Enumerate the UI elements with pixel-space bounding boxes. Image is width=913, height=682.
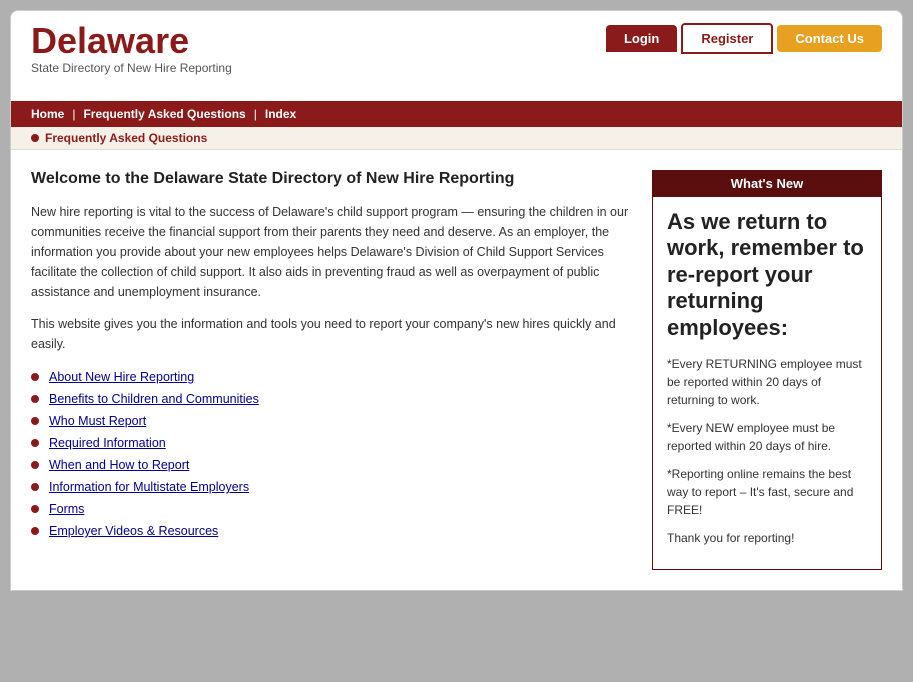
nav-faq[interactable]: Frequently Asked Questions [83,107,245,121]
faq-link[interactable]: Frequently Asked Questions [45,131,207,145]
whats-new-para: *Every NEW employee must be reported wit… [667,419,867,455]
main-content: Welcome to the Delaware State Directory … [11,150,902,590]
nav-home[interactable]: Home [31,107,64,121]
list-bullet-icon [31,395,39,403]
list-link[interactable]: Who Must Report [49,414,146,428]
list-item: About New Hire Reporting [31,370,632,384]
faq-bullet-icon [31,134,39,142]
list-item: Information for Multistate Employers [31,480,632,494]
list-bullet-icon [31,439,39,447]
whats-new-body: As we return to work, remember to re-rep… [652,197,882,570]
logo-subtitle: State Directory of New Hire Reporting [31,61,232,75]
list-link[interactable]: About New Hire Reporting [49,370,194,384]
whats-new-headline: As we return to work, remember to re-rep… [667,209,867,341]
tools-text: This website gives you the information a… [31,314,632,354]
link-list: About New Hire Reporting Benefits to Chil… [31,370,632,538]
login-button[interactable]: Login [606,25,677,52]
list-item: When and How to Report [31,458,632,472]
list-bullet-icon [31,527,39,535]
logo: Delaware State Directory of New Hire Rep… [31,23,232,75]
header: Delaware State Directory of New Hire Rep… [11,11,902,101]
list-link[interactable]: Employer Videos & Resources [49,524,218,538]
whats-new-para: Thank you for reporting! [667,529,867,547]
intro-text: New hire reporting is vital to the succe… [31,202,632,302]
list-link[interactable]: Forms [49,502,84,516]
whats-new-para: *Reporting online remains the best way t… [667,465,867,519]
list-link[interactable]: Required Information [49,436,166,450]
register-button[interactable]: Register [681,23,773,54]
nav-sep-2: | [254,107,257,121]
whats-new-paragraphs: *Every RETURNING employee must be report… [667,355,867,547]
navbar: Home | Frequently Asked Questions | Inde… [11,101,902,127]
nav-index[interactable]: Index [265,107,296,121]
right-sidebar: What's New As we return to work, remembe… [652,170,882,570]
list-item: Benefits to Children and Communities [31,392,632,406]
list-item: Who Must Report [31,414,632,428]
list-item: Required Information [31,436,632,450]
list-bullet-icon [31,461,39,469]
whats-new-para: *Every RETURNING employee must be report… [667,355,867,409]
nav-sep-1: | [72,107,75,121]
list-bullet-icon [31,505,39,513]
left-content: Welcome to the Delaware State Directory … [31,170,652,570]
header-buttons: Login Register Contact Us [606,23,882,54]
whats-new-header: What's New [652,170,882,197]
list-item: Employer Videos & Resources [31,524,632,538]
list-bullet-icon [31,373,39,381]
logo-main: Delaware [31,20,189,61]
list-bullet-icon [31,483,39,491]
list-link[interactable]: Benefits to Children and Communities [49,392,259,406]
faq-bar: Frequently Asked Questions [11,127,902,150]
list-link[interactable]: Information for Multistate Employers [49,480,249,494]
list-link[interactable]: When and How to Report [49,458,189,472]
list-item: Forms [31,502,632,516]
page-title: Welcome to the Delaware State Directory … [31,170,632,188]
list-bullet-icon [31,417,39,425]
contact-button[interactable]: Contact Us [777,25,882,52]
